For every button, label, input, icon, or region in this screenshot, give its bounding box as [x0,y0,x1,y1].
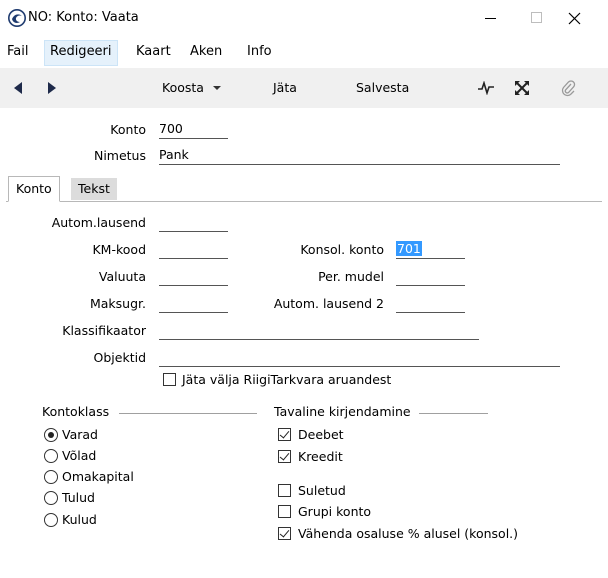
radio-omakapital[interactable] [44,470,58,484]
objektid-label: Objektid [93,350,146,365]
nimetus-field[interactable]: Pank [159,147,560,165]
tab-konto[interactable]: Konto [8,176,60,202]
toolbar: Koosta Jäta Salvesta [0,68,608,108]
deebet-label: Deebet [298,427,344,442]
per-mudel-label: Per. mudel [318,269,384,284]
koosta-button[interactable]: Koosta [162,68,222,108]
autom-lausend2-field[interactable] [396,295,465,313]
exclude-report-checkbox[interactable] [163,373,176,386]
title-bar: NO: Konto: Vaata [0,0,608,36]
suletud-label: Suletud [298,483,346,498]
suletud-checkbox[interactable] [278,484,291,497]
deebet-checkbox[interactable] [278,428,291,441]
kreedit-checkbox[interactable] [278,450,291,463]
grupi-konto-label: Grupi konto [298,504,372,519]
next-record-icon[interactable] [42,78,62,98]
km-kood-field[interactable] [159,241,228,259]
posting-divider [419,413,488,414]
menu-kaart[interactable]: Kaart [131,40,176,64]
konto-label: Konto [110,122,146,137]
koosta-label: Koosta [162,80,204,95]
autom-lausend-label: Autom.lausend [51,215,146,230]
klassifikaator-field[interactable] [159,322,479,340]
vahenda-label: Vähenda osaluse % alusel (konsol.) [298,526,519,541]
valuuta-label: Valuuta [98,269,146,284]
menu-bar: Fail Redigeeri Kaart Aken Info [0,40,608,66]
konsol-konto-field[interactable]: 701 [396,241,465,259]
paperclip-icon[interactable] [558,78,578,98]
menu-aken[interactable]: Aken [185,40,227,64]
close-button[interactable] [551,0,597,36]
klassifikaator-label: Klassifikaator [62,323,146,338]
objektid-field[interactable] [159,349,560,367]
exclude-report-label: Jäta välja RiigiTarkvara aruandest [182,372,392,387]
radio-varad-label: Varad [62,427,98,442]
radio-omakapital-label: Omakapital [62,469,134,484]
radio-volad-label: Võlad [62,448,97,463]
nimetus-label: Nimetus [93,148,146,163]
maksugr-label: Maksugr. [89,296,146,311]
app-logo-icon [8,9,26,27]
window-title: NO: Konto: Vaata [28,10,139,25]
radio-kulud[interactable] [44,513,58,527]
radio-kulud-label: Kulud [62,512,97,527]
radio-tulud[interactable] [44,491,58,505]
salvesta-button[interactable]: Salvesta [356,68,409,108]
pulse-icon[interactable] [476,78,496,98]
radio-volad[interactable] [44,449,58,463]
maksugr-field[interactable] [159,295,228,313]
posting-group-title: Tavaline kirjendamine [274,404,411,419]
jata-button[interactable]: Jäta [273,68,297,108]
kontoklass-divider [119,413,257,414]
konsol-konto-label: Konsol. konto [300,242,384,257]
radio-tulud-label: Tulud [62,490,95,505]
autom-lausend-field[interactable] [159,214,228,232]
menu-fail[interactable]: Fail [2,40,33,64]
konto-field[interactable]: 700 [159,121,228,139]
previous-record-icon[interactable] [8,78,28,98]
minimize-button[interactable] [468,0,514,36]
autom-lausend2-label: Autom. lausend 2 [273,296,384,311]
tab-tekst[interactable]: Tekst [71,178,117,200]
radio-varad[interactable] [44,428,58,442]
kontoklass-group-title: Kontoklass [42,404,110,419]
per-mudel-field[interactable] [396,268,465,286]
konsol-konto-value: 701 [396,241,422,256]
expand-icon[interactable] [512,78,532,98]
tab-bar: Konto Tekst [0,176,608,202]
valuuta-field[interactable] [159,268,228,286]
grupi-konto-checkbox[interactable] [278,505,291,518]
kreedit-label: Kreedit [298,449,343,464]
vahenda-checkbox[interactable] [278,527,291,540]
menu-redigeeri[interactable]: Redigeeri [44,40,118,66]
chevron-down-icon [212,86,221,90]
menu-info[interactable]: Info [242,40,277,64]
km-kood-label: KM-kood [92,242,146,257]
